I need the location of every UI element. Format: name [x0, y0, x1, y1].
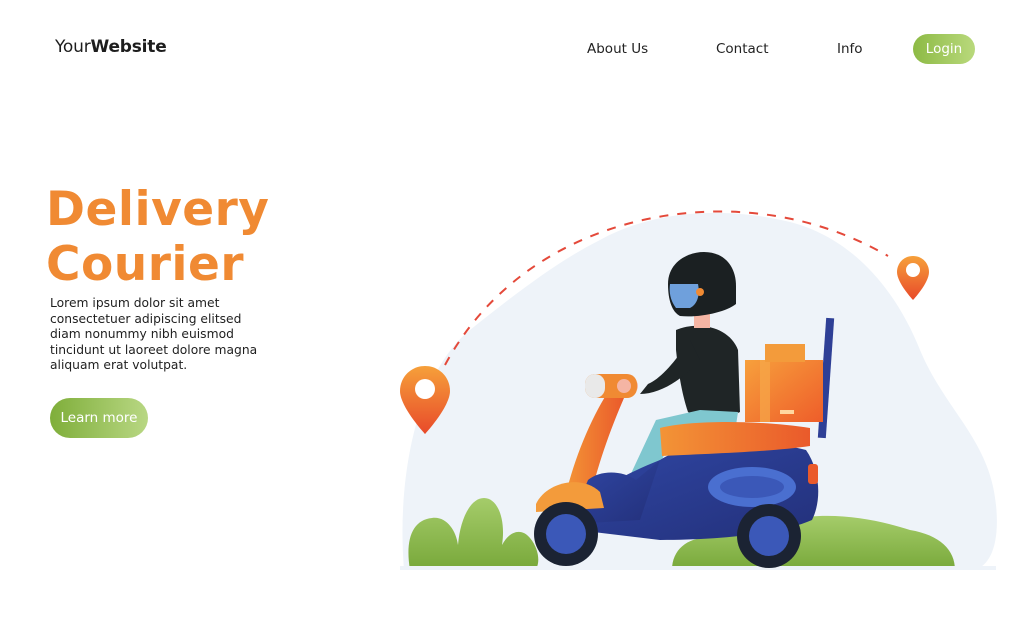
delivery-illustration — [400, 210, 997, 570]
map-pin-icon — [897, 256, 929, 300]
rear-wheel — [737, 504, 801, 568]
landing-page: YourWebsite About Us Contact Info Login … — [0, 0, 1030, 639]
helmet — [668, 252, 736, 317]
front-wheel — [534, 502, 598, 566]
